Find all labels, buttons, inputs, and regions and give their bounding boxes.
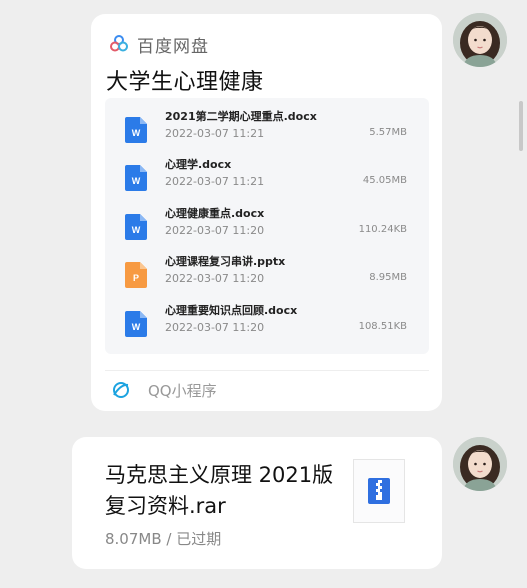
svg-text:W: W [132, 225, 141, 235]
file-message-card[interactable]: 马克思主义原理 2021版复习资料.rar 8.07MB / 已过期 [72, 437, 442, 569]
share-title: 大学生心理健康 [106, 70, 264, 95]
archive-file-icon [368, 478, 390, 504]
qq-miniprogram-icon [113, 382, 129, 398]
file-time: 2022-03-07 11:20 [165, 272, 265, 285]
file-meta: 8.07MB / 已过期 [105, 530, 222, 548]
file-size: 108.51KB [358, 321, 407, 332]
avatar-image [453, 13, 507, 67]
svg-text:W: W [132, 322, 141, 332]
file-list-item[interactable]: W 心理重要知识点回顾.docx 2022-03-07 11:20 108.51… [105, 302, 429, 350]
ppt-file-icon: P [125, 262, 147, 288]
sender-avatar[interactable] [453, 437, 507, 491]
svg-text:W: W [132, 176, 141, 186]
file-size: 110.24KB [358, 224, 407, 235]
file-name: 心理重要知识点回顾.docx [165, 304, 298, 317]
file-time: 2022-03-07 11:21 [165, 175, 265, 188]
app-name: 百度网盘 [137, 36, 209, 57]
file-name: 心理健康重点.docx [165, 207, 265, 220]
file-size: 5.57MB [369, 127, 407, 138]
file-list-item[interactable]: P 心理课程复习串讲.pptx 2022-03-07 11:20 8.95MB [105, 253, 429, 301]
word-file-icon: W [125, 214, 147, 240]
file-time: 2022-03-07 11:21 [165, 127, 265, 140]
netdisk-share-card[interactable]: 百度网盘 大学生心理健康 W 2021第二学期心理重点.docx 2022-03… [91, 14, 442, 411]
miniprogram-source[interactable]: QQ小程序 [111, 380, 217, 400]
file-list-item[interactable]: W 心理健康重点.docx 2022-03-07 11:20 110.24KB [105, 205, 429, 253]
scrollbar[interactable] [519, 101, 523, 151]
word-file-icon: W [125, 117, 147, 143]
sender-avatar[interactable] [453, 13, 507, 67]
file-name: 心理学.docx [165, 158, 232, 171]
miniprogram-label: QQ小程序 [148, 381, 217, 400]
file-title: 马克思主义原理 2021版复习资料.rar [105, 463, 334, 518]
word-file-icon: W [125, 165, 147, 191]
app-brand-row: 百度网盘 [109, 34, 209, 57]
avatar-image [453, 437, 507, 491]
file-thumbnail [353, 459, 405, 523]
file-time: 2022-03-07 11:20 [165, 224, 265, 237]
file-size: 8.95MB [369, 272, 407, 283]
file-list: W 2021第二学期心理重点.docx 2022-03-07 11:21 5.5… [105, 98, 429, 354]
file-list-item[interactable]: W 2021第二学期心理重点.docx 2022-03-07 11:21 5.5… [105, 108, 429, 156]
file-time: 2022-03-07 11:20 [165, 321, 265, 334]
svg-text:P: P [133, 273, 139, 283]
file-name: 2021第二学期心理重点.docx [165, 110, 317, 123]
file-name: 心理课程复习串讲.pptx [165, 255, 286, 268]
divider [105, 370, 429, 371]
baidu-netdisk-logo [110, 35, 128, 52]
svg-text:W: W [132, 128, 141, 138]
file-size: 45.05MB [362, 175, 407, 186]
word-file-icon: W [125, 311, 147, 337]
file-list-item[interactable]: W 心理学.docx 2022-03-07 11:21 45.05MB [105, 156, 429, 204]
